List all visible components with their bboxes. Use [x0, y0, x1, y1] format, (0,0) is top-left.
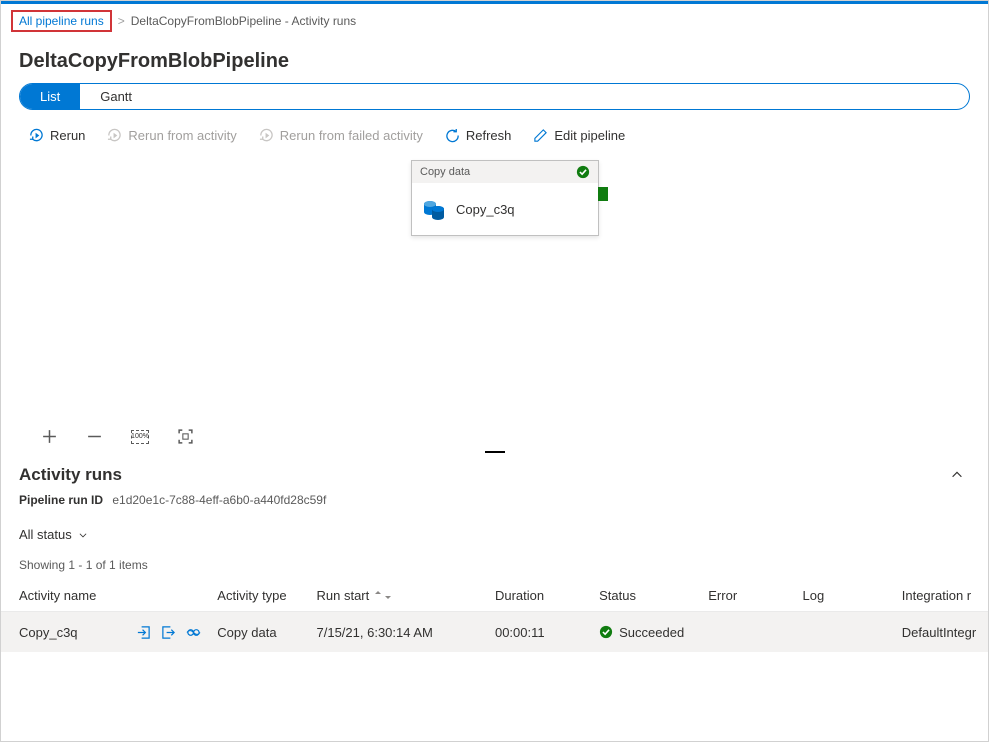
pipeline-run-id-row: Pipeline run ID e1d20e1c-7c88-4eff-a6b0-… — [1, 489, 988, 517]
breadcrumb-current: DeltaCopyFromBlobPipeline - Activity run… — [131, 14, 356, 28]
toolbar: Rerun Rerun from activity Rerun from fai… — [1, 122, 988, 155]
rerun-failed-label: Rerun from failed activity — [280, 128, 423, 143]
cell-duration: 00:00:11 — [487, 625, 591, 640]
pipeline-run-id-label: Pipeline run ID — [19, 493, 103, 507]
pipeline-canvas[interactable]: Copy data Copy_c3q 100% — [1, 155, 988, 445]
pipeline-run-id-value: e1d20e1c-7c88-4eff-a6b0-a440fd28c59f — [112, 493, 326, 507]
rerun-icon — [29, 128, 44, 143]
table-row[interactable]: Copy_c3q Copy data 7/15/21, 6:30:14 AM 0… — [1, 612, 988, 652]
activity-runs-title: Activity runs — [19, 465, 122, 485]
status-text: Succeeded — [619, 625, 684, 640]
column-header-log[interactable]: Log — [795, 588, 894, 603]
refresh-label: Refresh — [466, 128, 512, 143]
zoom-reset-button[interactable]: 100% — [131, 430, 149, 444]
activity-node-body: Copy_c3q — [412, 183, 598, 235]
activity-node-type-label: Copy data — [420, 166, 470, 178]
success-icon — [576, 165, 590, 179]
details-icon[interactable] — [186, 625, 201, 640]
rerun-button[interactable]: Rerun — [29, 128, 85, 143]
minus-icon — [86, 428, 103, 445]
rerun-activity-button: Rerun from activity — [107, 128, 236, 143]
breadcrumb-all-runs-link[interactable]: All pipeline runs — [11, 10, 112, 32]
fit-screen-icon — [177, 428, 194, 445]
column-header-error[interactable]: Error — [700, 588, 794, 603]
tab-gantt[interactable]: Gantt — [80, 84, 152, 109]
zoom-percent-label: 100% — [131, 433, 149, 440]
rerun-activity-icon — [107, 128, 122, 143]
refresh-icon — [445, 128, 460, 143]
activity-node-copy-data[interactable]: Copy data Copy_c3q — [411, 160, 599, 236]
success-icon — [599, 625, 613, 639]
output-icon[interactable] — [161, 625, 176, 640]
zoom-out-button[interactable] — [86, 428, 103, 445]
sort-icon — [373, 588, 393, 603]
resize-handle[interactable] — [1, 445, 988, 459]
zoom-in-button[interactable] — [41, 428, 58, 445]
breadcrumb: All pipeline runs > DeltaCopyFromBlobPip… — [1, 4, 988, 38]
canvas-controls: 100% — [41, 428, 194, 445]
result-count-label: Showing 1 - 1 of 1 items — [1, 548, 988, 580]
refresh-button[interactable]: Refresh — [445, 128, 512, 143]
rerun-activity-label: Rerun from activity — [128, 128, 236, 143]
tab-list[interactable]: List — [20, 84, 80, 109]
plus-icon — [41, 428, 58, 445]
edit-label: Edit pipeline — [554, 128, 625, 143]
view-toggle: List Gantt — [19, 83, 970, 110]
activity-node-header: Copy data — [412, 161, 598, 183]
run-start-label: Run start — [317, 588, 370, 603]
page-title: DeltaCopyFromBlobPipeline — [1, 38, 988, 83]
column-header-activity-name[interactable]: Activity name — [1, 588, 209, 603]
column-header-integration[interactable]: Integration r — [894, 588, 988, 603]
collapse-section-button[interactable] — [950, 468, 964, 482]
rerun-label: Rerun — [50, 128, 85, 143]
cell-integration: DefaultIntegr — [894, 625, 988, 640]
rerun-failed-icon — [259, 128, 274, 143]
chevron-down-icon — [78, 530, 88, 540]
breadcrumb-separator-icon: > — [118, 14, 125, 28]
column-header-activity-type[interactable]: Activity type — [209, 588, 308, 603]
activity-runs-table: Activity name Activity type Run start Du… — [1, 580, 988, 652]
database-icon — [422, 197, 446, 221]
status-filter-label: All status — [19, 527, 72, 542]
activity-node-output-port[interactable] — [598, 187, 608, 201]
table-header: Activity name Activity type Run start Du… — [1, 580, 988, 612]
activity-node-name-label: Copy_c3q — [456, 202, 515, 217]
cell-status: Succeeded — [591, 625, 700, 640]
cell-run-start: 7/15/21, 6:30:14 AM — [309, 625, 487, 640]
activity-runs-header: Activity runs — [1, 459, 988, 489]
column-header-duration[interactable]: Duration — [487, 588, 591, 603]
status-filter-dropdown[interactable]: All status — [1, 517, 988, 548]
zoom-fit-button[interactable] — [177, 428, 194, 445]
page-container: All pipeline runs > DeltaCopyFromBlobPip… — [0, 0, 989, 742]
edit-pipeline-button[interactable]: Edit pipeline — [533, 128, 625, 143]
cell-activity-type: Copy data — [209, 625, 308, 640]
edit-icon — [533, 128, 548, 143]
input-icon[interactable] — [136, 625, 151, 640]
cell-activity-name: Copy_c3q — [19, 625, 78, 640]
rerun-failed-button: Rerun from failed activity — [259, 128, 423, 143]
column-header-status[interactable]: Status — [591, 588, 700, 603]
column-header-run-start[interactable]: Run start — [309, 588, 487, 603]
